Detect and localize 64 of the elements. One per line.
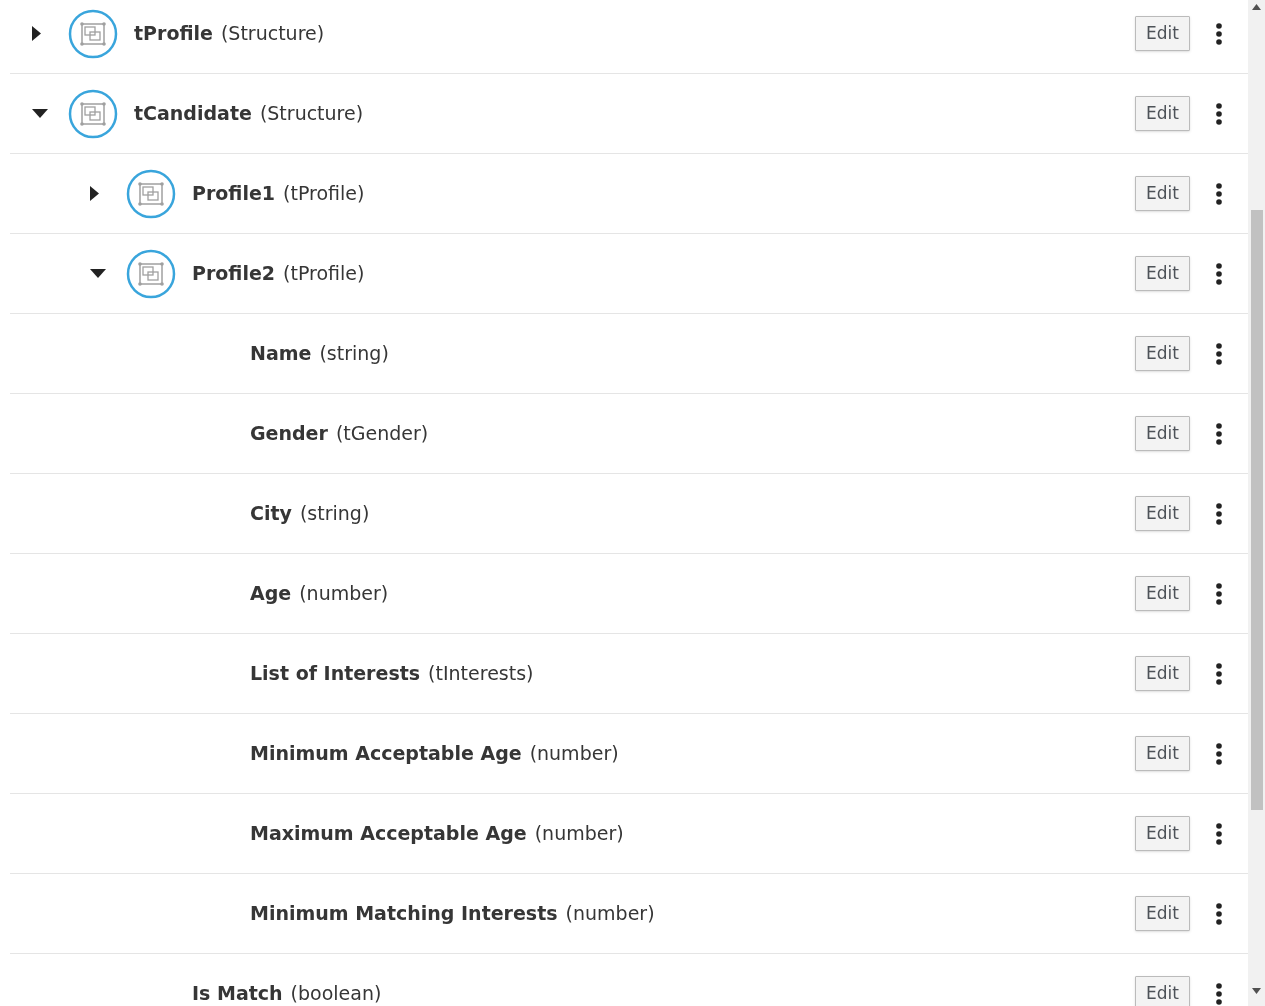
item-name: Profile1 xyxy=(192,181,276,207)
item-type: (string) xyxy=(299,501,370,527)
structure-icon xyxy=(68,8,118,59)
kebab-menu-icon[interactable] xyxy=(1216,902,1222,925)
item-type: (Structure) xyxy=(220,21,325,47)
scroll-down-icon[interactable] xyxy=(1252,988,1261,994)
item-type: (Structure) xyxy=(259,101,364,127)
item-name: tProfile xyxy=(134,21,213,47)
edit-button[interactable]: Edit xyxy=(1135,656,1190,691)
item-type: (number) xyxy=(529,741,619,767)
kebab-menu-icon[interactable] xyxy=(1216,982,1222,1005)
kebab-menu-icon[interactable] xyxy=(1216,422,1222,445)
kebab-menu-icon[interactable] xyxy=(1216,102,1222,125)
edit-button[interactable]: Edit xyxy=(1135,496,1190,531)
item-type: (tProfile) xyxy=(283,181,365,207)
edit-button[interactable]: Edit xyxy=(1135,96,1190,131)
item-name: Minimum Matching Interests xyxy=(250,901,558,927)
edit-button[interactable]: Edit xyxy=(1135,576,1190,611)
item-name: Name xyxy=(250,341,312,367)
item-type: (number) xyxy=(565,901,655,927)
expand-toggle-icon[interactable] xyxy=(90,186,99,201)
scroll-up-icon[interactable] xyxy=(1252,4,1261,10)
item-type: (string) xyxy=(319,341,389,367)
kebab-menu-icon[interactable] xyxy=(1216,262,1222,285)
kebab-menu-icon[interactable] xyxy=(1216,182,1222,205)
kebab-menu-icon[interactable] xyxy=(1216,502,1222,525)
edit-button[interactable]: Edit xyxy=(1135,896,1190,931)
item-name: tCandidate xyxy=(134,101,252,127)
item-type: (number) xyxy=(299,581,389,607)
kebab-menu-icon[interactable] xyxy=(1216,582,1222,605)
item-name: Gender xyxy=(250,421,328,447)
edit-button[interactable]: Edit xyxy=(1135,816,1190,851)
item-name: Minimum Acceptable Age xyxy=(250,741,522,767)
edit-button[interactable]: Edit xyxy=(1135,976,1190,1006)
edit-button[interactable]: Edit xyxy=(1135,256,1190,291)
structure-icon xyxy=(126,168,176,219)
kebab-menu-icon[interactable] xyxy=(1216,742,1222,765)
item-name: Age xyxy=(250,581,292,607)
collapse-toggle-icon[interactable] xyxy=(32,109,48,118)
item-name: Profile2 xyxy=(192,261,276,287)
item-type: (tGender) xyxy=(335,421,429,447)
structure-icon xyxy=(68,88,118,139)
item-type: (number) xyxy=(534,821,624,847)
edit-button[interactable]: Edit xyxy=(1135,416,1190,451)
collapse-toggle-icon[interactable] xyxy=(90,269,106,278)
item-type: (tProfile) xyxy=(283,261,365,287)
edit-button[interactable]: Edit xyxy=(1135,16,1190,51)
item-name: City xyxy=(250,501,292,527)
scrollbar[interactable] xyxy=(1248,0,1265,1006)
kebab-menu-icon[interactable] xyxy=(1216,22,1222,45)
kebab-menu-icon[interactable] xyxy=(1216,342,1222,365)
kebab-menu-icon[interactable] xyxy=(1216,822,1222,845)
kebab-menu-icon[interactable] xyxy=(1216,662,1222,685)
edit-button[interactable]: Edit xyxy=(1135,736,1190,771)
item-type: (tInterests) xyxy=(428,661,534,687)
item-type: (boolean) xyxy=(290,981,382,1006)
item-name: Is Match xyxy=(192,981,283,1006)
scrollbar-thumb[interactable] xyxy=(1250,210,1263,810)
edit-button[interactable]: Edit xyxy=(1135,336,1190,371)
item-name: Maximum Acceptable Age xyxy=(250,821,527,847)
expand-toggle-icon[interactable] xyxy=(32,26,41,41)
edit-button[interactable]: Edit xyxy=(1135,176,1190,211)
item-name: List of Interests xyxy=(250,661,421,687)
structure-icon xyxy=(126,248,176,299)
